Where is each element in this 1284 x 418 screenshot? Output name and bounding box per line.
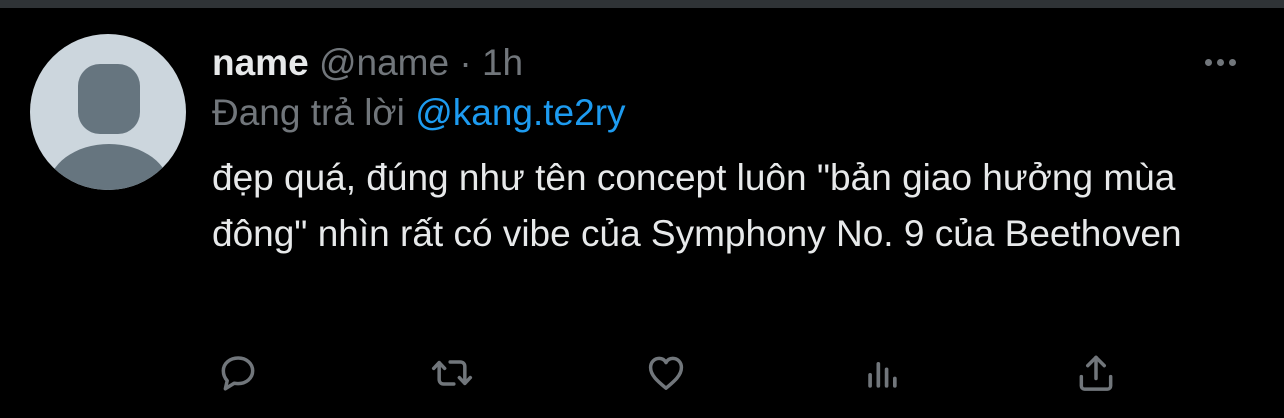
avatar[interactable]: [30, 34, 186, 190]
user-handle[interactable]: @name: [319, 42, 449, 83]
display-name[interactable]: name: [212, 42, 309, 83]
reply-to-handle-link[interactable]: @kang.te2ry: [415, 92, 625, 133]
avatar-body-shape: [48, 144, 170, 190]
analytics-icon: [868, 362, 897, 388]
share-icon: [1079, 355, 1113, 391]
reply-button[interactable]: [212, 348, 264, 398]
retweet-icon: [431, 360, 473, 386]
more-icon: [1204, 58, 1212, 66]
meta-separator: ·: [459, 42, 472, 83]
share-button[interactable]: [1070, 348, 1122, 398]
reply-icon: [221, 356, 255, 391]
reply-context: Đang trả lời @kang.te2ry: [212, 88, 1212, 138]
tweet-actions: [212, 348, 1132, 398]
tweet-text: đẹp quá, đúng như tên concept luôn "bản …: [212, 157, 1182, 254]
more-options-button[interactable]: [1198, 48, 1242, 76]
retweet-button[interactable]: [426, 348, 478, 398]
top-divider: [0, 0, 1284, 8]
tweet-content: name @name · 1h Đang trả lời @kang.te2ry…: [212, 38, 1212, 262]
heart-icon: [648, 356, 684, 390]
avatar-head-shape: [78, 64, 140, 134]
more-icon: [1228, 58, 1236, 66]
analytics-button[interactable]: [856, 348, 908, 398]
tweet-time[interactable]: 1h: [482, 42, 523, 83]
reply-prefix: Đang trả lời: [212, 92, 405, 133]
tweet-header: name @name · 1h: [212, 38, 1212, 88]
like-button[interactable]: [640, 348, 692, 398]
more-icon: [1216, 58, 1224, 66]
tweet-card[interactable]: name @name · 1h Đang trả lời @kang.te2ry…: [0, 0, 1284, 418]
